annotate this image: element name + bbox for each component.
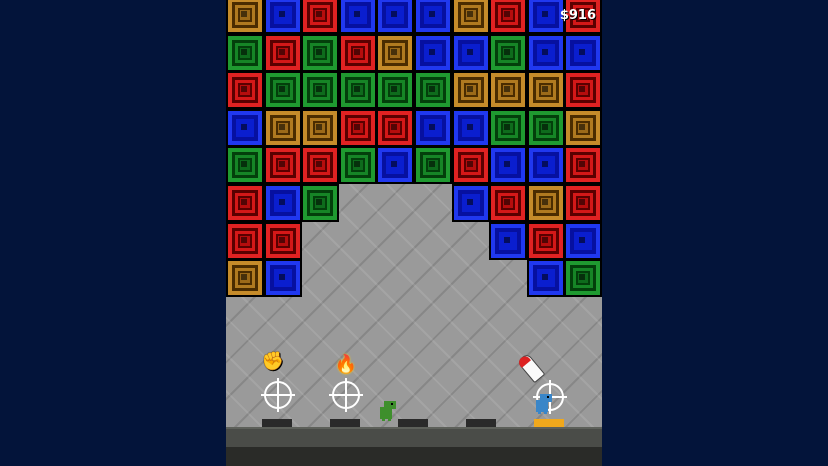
game-area[interactable]: $916 ✊ 🔥 — [226, 0, 602, 466]
red-block — [301, 146, 339, 184]
orange-block — [452, 0, 490, 34]
blue-block — [339, 0, 377, 34]
crosshair-icon[interactable] — [329, 378, 363, 412]
red-block — [226, 71, 264, 109]
green-block — [301, 184, 339, 222]
red-block — [226, 222, 264, 260]
green-block — [489, 34, 527, 72]
money-counter: $916 — [559, 8, 596, 23]
green-block — [489, 109, 527, 147]
blue-block — [489, 146, 527, 184]
blue-block — [452, 184, 490, 222]
red-block — [376, 109, 414, 147]
red-block — [489, 184, 527, 222]
blue-block — [414, 0, 452, 34]
orange-block — [527, 184, 565, 222]
green-dino-player — [378, 401, 396, 421]
red-block — [301, 0, 339, 34]
blue-block — [564, 222, 602, 260]
ground-floor — [226, 427, 602, 466]
launcher-pad-1[interactable] — [262, 419, 292, 427]
blue-block — [264, 184, 302, 222]
launcher-pad-5[interactable] — [534, 419, 564, 427]
red-block — [489, 0, 527, 34]
green-block — [264, 71, 302, 109]
red-block — [527, 222, 565, 260]
blue-block — [264, 259, 302, 297]
blue-block — [527, 259, 565, 297]
blue-block — [564, 34, 602, 72]
green-block — [376, 71, 414, 109]
green-block — [414, 146, 452, 184]
orange-block — [527, 71, 565, 109]
red-block — [452, 146, 490, 184]
blue-block — [414, 109, 452, 147]
blue-block — [376, 0, 414, 34]
orange-block — [226, 0, 264, 34]
blue-block — [452, 109, 490, 147]
red-block — [339, 109, 377, 147]
blue-block — [226, 109, 264, 147]
blue-block — [452, 34, 490, 72]
green-block — [527, 109, 565, 147]
orange-block — [489, 71, 527, 109]
red-block — [339, 34, 377, 72]
blue-block — [414, 34, 452, 72]
launcher-pad-2[interactable] — [330, 419, 360, 427]
blue-block — [376, 146, 414, 184]
green-block — [564, 259, 602, 297]
green-block — [301, 34, 339, 72]
orange-block — [376, 34, 414, 72]
blue-block — [527, 34, 565, 72]
red-block — [264, 34, 302, 72]
red-block — [564, 184, 602, 222]
red-block — [264, 146, 302, 184]
flame-icon[interactable]: 🔥 — [334, 356, 358, 374]
launcher-pad-3[interactable] — [398, 419, 428, 427]
orange-block — [301, 109, 339, 147]
blue-block — [489, 222, 527, 260]
green-block — [226, 34, 264, 72]
green-block — [339, 146, 377, 184]
fist-icon[interactable]: ✊ — [261, 353, 285, 371]
red-block — [564, 71, 602, 109]
green-block — [301, 71, 339, 109]
blue-block — [264, 0, 302, 34]
red-block — [226, 184, 264, 222]
green-block — [339, 71, 377, 109]
rocket-icon[interactable] — [516, 352, 546, 384]
orange-block — [226, 259, 264, 297]
orange-block — [564, 109, 602, 147]
orange-block — [264, 109, 302, 147]
crosshair-icon[interactable] — [261, 378, 295, 412]
red-block — [564, 146, 602, 184]
red-block — [264, 222, 302, 260]
green-block — [414, 71, 452, 109]
blue-dino-player — [534, 394, 552, 414]
blue-block — [527, 146, 565, 184]
orange-block — [452, 71, 490, 109]
green-block — [226, 146, 264, 184]
launcher-pad-4[interactable] — [466, 419, 496, 427]
